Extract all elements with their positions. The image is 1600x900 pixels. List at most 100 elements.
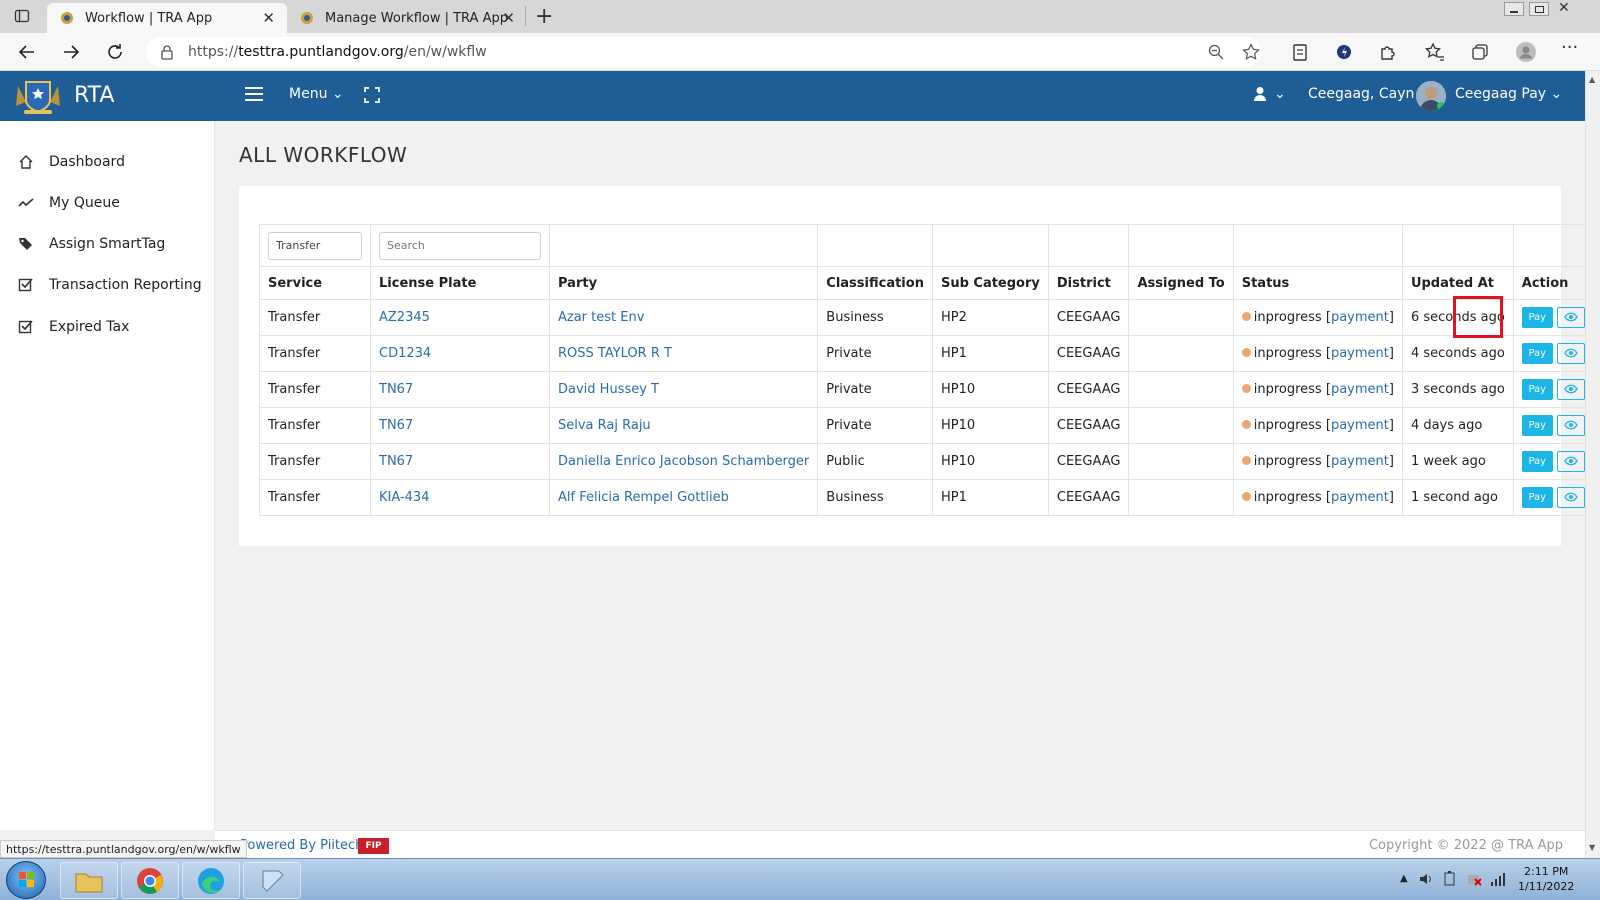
license-plate-link[interactable]: KIA-434 xyxy=(370,479,550,516)
reload-icon[interactable] xyxy=(104,41,126,63)
signal-bars-icon[interactable] xyxy=(1490,871,1506,887)
eye-icon xyxy=(1558,311,1584,323)
close-tab-icon[interactable]: ✕ xyxy=(262,9,275,27)
back-arrow-icon[interactable] xyxy=(16,41,38,63)
new-tab-icon[interactable]: + xyxy=(535,4,553,29)
service-cell: Transfer xyxy=(259,443,371,480)
favorites-icon[interactable] xyxy=(1424,41,1446,63)
reader-icon[interactable] xyxy=(1289,41,1311,63)
assigned-to-cell xyxy=(1128,479,1234,516)
column-header[interactable]: License Plate xyxy=(370,266,550,300)
pay-button[interactable]: Pay xyxy=(1521,487,1553,508)
notepad-icon[interactable] xyxy=(243,862,301,899)
status-payment-link[interactable]: payment xyxy=(1331,310,1389,325)
license-plate-link[interactable]: TN67 xyxy=(370,443,550,480)
license-plate-link[interactable]: TN67 xyxy=(370,371,550,408)
restore-window-button[interactable] xyxy=(1529,2,1549,16)
user-icon[interactable] xyxy=(1253,86,1267,102)
file-explorer-icon[interactable] xyxy=(60,862,118,899)
party-link[interactable]: Daniella Enrico Jacobson Schamberger xyxy=(548,443,819,480)
sidebar-item-expired-tax[interactable]: Expired Tax xyxy=(18,315,129,339)
powered-by-link[interactable]: Powered By Piitech xyxy=(240,838,363,853)
sidebar-item-transaction-reporting[interactable]: Transaction Reporting xyxy=(18,273,202,297)
chevron-down-icon[interactable]: ⌄ xyxy=(1274,86,1286,102)
pay-button[interactable]: Pay xyxy=(1521,415,1553,436)
sub-category-cell: HP10 xyxy=(931,371,1049,408)
pay-button[interactable]: Pay xyxy=(1521,379,1553,400)
status-payment-link[interactable]: payment xyxy=(1331,346,1389,361)
zoom-icon[interactable] xyxy=(1208,44,1224,60)
party-link[interactable]: Azar test Env xyxy=(548,299,819,336)
volume-icon[interactable] xyxy=(1418,871,1434,887)
empty-filter-cell xyxy=(1047,224,1130,267)
column-header[interactable]: Party xyxy=(548,266,819,300)
shield-extension-icon[interactable] xyxy=(1333,41,1355,63)
empty-filter-cell xyxy=(1232,224,1403,267)
party-link[interactable]: ROSS TAYLOR R T xyxy=(548,335,819,372)
status-payment-link[interactable]: payment xyxy=(1331,418,1389,433)
add-favorite-icon[interactable] xyxy=(1242,43,1260,61)
network-warning-icon[interactable] xyxy=(1466,871,1482,887)
sidebar-item-dashboard[interactable]: Dashboard xyxy=(18,150,125,174)
clock-time: 2:11 PM xyxy=(1524,865,1569,878)
license-plate-link[interactable]: AZ2345 xyxy=(370,299,550,336)
pay-button[interactable]: Pay xyxy=(1521,307,1553,328)
close-window-button[interactable]: ✕ xyxy=(1558,0,1570,16)
edge-icon[interactable] xyxy=(182,862,240,899)
show-hidden-icons-icon[interactable]: ▲ xyxy=(1400,873,1408,884)
view-button[interactable] xyxy=(1556,415,1585,436)
extensions-puzzle-icon[interactable] xyxy=(1377,41,1399,63)
tab-actions-icon[interactable] xyxy=(14,8,30,24)
forward-arrow-icon[interactable] xyxy=(60,41,82,63)
close-tab-icon[interactable]: ✕ xyxy=(502,9,515,27)
pay-button[interactable]: Pay xyxy=(1521,451,1553,472)
chrome-icon[interactable] xyxy=(121,862,179,899)
column-header[interactable]: Assigned To xyxy=(1128,266,1234,300)
service-filter-input[interactable] xyxy=(268,231,362,260)
profile-avatar-icon[interactable] xyxy=(1515,41,1537,63)
empty-filter-cell xyxy=(1128,224,1234,267)
column-header[interactable]: Sub Category xyxy=(931,266,1049,300)
party-link[interactable]: Selva Raj Raju xyxy=(548,407,819,444)
fullscreen-icon[interactable] xyxy=(364,87,380,103)
hamburger-menu-icon[interactable] xyxy=(245,86,265,104)
battery-icon[interactable] xyxy=(1442,871,1458,887)
updated-at-cell: 1 week ago xyxy=(1401,443,1514,480)
status-payment-link[interactable]: payment xyxy=(1331,382,1389,397)
table-row: Transfer TN67 Selva Raj Raju Private HP1… xyxy=(259,407,1598,444)
status-payment-link[interactable]: payment xyxy=(1331,454,1389,469)
view-button[interactable] xyxy=(1556,451,1585,472)
user-menu[interactable]: Ceegaag Pay ⌄ xyxy=(1455,86,1562,102)
view-button[interactable] xyxy=(1556,307,1585,328)
minimize-window-button[interactable] xyxy=(1504,2,1524,16)
browser-tab-workflow[interactable]: Workflow | TRA App ✕ xyxy=(47,3,287,33)
status-payment-link[interactable]: payment xyxy=(1331,490,1389,505)
column-header[interactable]: Status xyxy=(1232,266,1403,300)
column-header[interactable]: Updated At xyxy=(1401,266,1514,300)
sidebar-item-assign-smarttag[interactable]: Assign SmartTag xyxy=(18,232,165,256)
more-menu-icon[interactable]: ··· xyxy=(1561,39,1583,63)
view-button[interactable] xyxy=(1556,379,1585,400)
start-button[interactable] xyxy=(6,861,46,899)
search-input[interactable] xyxy=(379,231,541,260)
scroll-up-arrow-icon[interactable]: ▲ xyxy=(1589,75,1595,84)
license-plate-link[interactable]: CD1234 xyxy=(370,335,550,372)
column-header[interactable]: Service xyxy=(259,266,371,300)
collections-icon[interactable] xyxy=(1469,41,1491,63)
column-header[interactable]: District xyxy=(1047,266,1130,300)
page-scrollbar[interactable]: ▲ ▼ xyxy=(1585,71,1600,858)
party-link[interactable]: Alf Felicia Rempel Gottlieb xyxy=(548,479,819,516)
view-button[interactable] xyxy=(1556,487,1585,508)
browser-tab-manage-workflow[interactable]: Manage Workflow | TRA App ✕ xyxy=(287,3,527,33)
license-plate-link[interactable]: TN67 xyxy=(370,407,550,444)
column-header[interactable]: Classification xyxy=(817,266,933,300)
address-bar[interactable]: https://testtra.puntlandgov.org/en/w/wkf… xyxy=(146,37,1261,67)
avatar[interactable] xyxy=(1416,81,1446,111)
sidebar-item-my-queue[interactable]: My Queue xyxy=(18,191,120,215)
system-clock[interactable]: 2:11 PM 1/11/2022 xyxy=(1518,864,1574,894)
scroll-down-arrow-icon[interactable]: ▼ xyxy=(1589,843,1595,852)
menu-dropdown[interactable]: Menu ⌄ xyxy=(289,86,344,102)
view-button[interactable] xyxy=(1556,343,1585,364)
party-link[interactable]: David Hussey T xyxy=(548,371,819,408)
pay-button[interactable]: Pay xyxy=(1521,343,1553,364)
